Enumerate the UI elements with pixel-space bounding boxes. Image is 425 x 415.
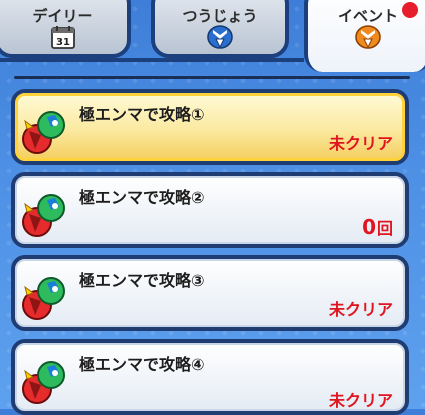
tab-bar: デイリー 31 つうじょう イベント <box>0 0 425 72</box>
tab-daily[interactable]: デイリー 31 <box>0 0 131 58</box>
blue-ribbon-icon <box>206 24 234 54</box>
mission-count-value: 0 <box>362 215 376 239</box>
mission-title: 極エンマで攻略① <box>79 105 205 124</box>
mission-count-unit: 回 <box>376 219 393 238</box>
enma-character-icon <box>21 275 69 327</box>
calendar-day-text: 31 <box>56 37 70 48</box>
enma-character-icon <box>21 109 69 161</box>
mission-row-4[interactable]: 極エンマで攻略④ 未クリア <box>11 339 409 415</box>
mission-status: 未クリア <box>328 134 393 153</box>
tab-normal-label: つうじょう <box>182 7 258 25</box>
tab-normal[interactable]: つうじょう <box>151 0 289 58</box>
mission-title: 極エンマで攻略③ <box>79 271 205 290</box>
enma-character-icon <box>21 359 69 411</box>
mission-row-1[interactable]: 極エンマで攻略① 未クリア <box>11 89 409 165</box>
mission-count: 0回 <box>362 215 393 239</box>
mission-row-3[interactable]: 極エンマで攻略③ 未クリア <box>11 255 409 331</box>
event-notification-dot <box>400 0 420 20</box>
list-separator <box>14 76 410 79</box>
tab-underline <box>0 58 304 62</box>
mission-status: 未クリア <box>328 300 393 319</box>
enma-character-icon <box>21 192 69 244</box>
mission-title: 極エンマで攻略② <box>79 188 205 207</box>
calendar-icon: 31 <box>50 24 76 54</box>
mission-row-2[interactable]: 極エンマで攻略② 0回 <box>11 172 409 248</box>
orange-ribbon-icon <box>354 24 382 54</box>
mission-title: 極エンマで攻略④ <box>79 355 205 374</box>
mission-status: 未クリア <box>328 391 393 410</box>
tab-daily-label: デイリー <box>32 7 93 25</box>
